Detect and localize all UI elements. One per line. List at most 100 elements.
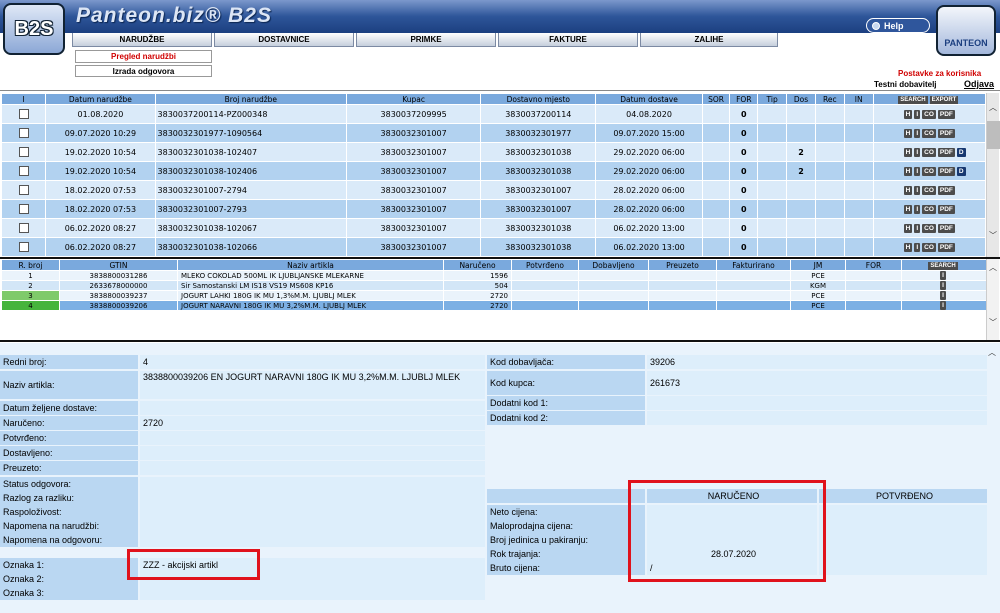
order-row[interactable]: 06.02.2020 08:27 3830032301038-102066 3830… (0, 237, 987, 257)
order-action-co-button[interactable]: CO (922, 167, 936, 176)
order-action-i-button[interactable]: I (914, 110, 921, 119)
status-odgovora-value[interactable] (140, 477, 485, 491)
maloprodajna-potvrdeno-value[interactable] (819, 519, 987, 533)
item-row[interactable]: 4 3838800039206 JOGURT NARAVNI 180G IK MU … (1, 300, 987, 311)
order-action-i-button[interactable]: I (914, 148, 921, 157)
order-action-co-button[interactable]: CO (922, 205, 936, 214)
rok-trajanja-potvrdeno-value[interactable] (819, 547, 987, 561)
search-button[interactable]: SEARCH (898, 96, 928, 104)
tab-narudzbe[interactable]: NARUDŽBE (72, 33, 212, 47)
row-checkbox[interactable] (18, 128, 29, 138)
item-info-button[interactable]: I (940, 301, 946, 310)
export-button[interactable]: EXPORT (929, 96, 959, 104)
items-scroll-up-icon[interactable]: ︿ (989, 262, 997, 273)
orders-col-header[interactable]: Tip (757, 93, 788, 105)
row-checkbox[interactable] (18, 242, 29, 252)
items-col-header[interactable]: R. broj (1, 259, 60, 271)
order-action-i-button[interactable]: I (914, 224, 921, 233)
order-action-pdf-button[interactable]: PDF (937, 224, 955, 233)
orders-col-header[interactable]: I (0, 93, 47, 105)
order-action-pdf-button[interactable]: PDF (937, 110, 955, 119)
razlog-value[interactable] (140, 491, 485, 505)
orders-col-header[interactable]: Broj narudžbe (154, 93, 348, 105)
orders-col-header[interactable]: IN (843, 93, 874, 105)
tab-zalihe[interactable]: ZALIHE (640, 33, 778, 47)
order-action-d-button[interactable]: D (956, 167, 966, 176)
order-row[interactable]: 19.02.2020 10:54 3830032301038-102407 3830… (0, 142, 987, 162)
order-action-i-button[interactable]: I (914, 186, 921, 195)
subtab-pregled-narudzbi[interactable]: Pregled narudžbi (75, 50, 212, 63)
item-info-button[interactable]: I (940, 291, 946, 300)
orders-col-header[interactable]: SOR (701, 93, 731, 105)
item-info-button[interactable]: I (940, 271, 946, 280)
tab-primke[interactable]: PRIMKE (356, 33, 496, 47)
order-action-h-button[interactable]: H (903, 110, 913, 119)
tab-dostavnice[interactable]: DOSTAVNICE (214, 33, 354, 47)
items-col-header[interactable]: FOR (845, 259, 902, 271)
orders-scroll-thumb[interactable] (987, 121, 1000, 149)
orders-col-header[interactable]: Dostavno mjesto (480, 93, 597, 105)
order-action-co-button[interactable]: CO (922, 148, 936, 157)
napomena-odgovoru-value[interactable] (140, 533, 485, 547)
items-search-button[interactable]: SEARCH (928, 262, 958, 270)
tab-fakture[interactable]: FAKTURE (498, 33, 638, 47)
detail-scroll-up-icon[interactable]: ︿ (988, 347, 996, 358)
items-col-header[interactable]: Naručeno (443, 259, 512, 271)
row-checkbox[interactable] (18, 166, 29, 176)
order-action-d-button[interactable]: D (956, 148, 966, 157)
order-action-co-button[interactable]: CO (922, 224, 936, 233)
subtab-izrada-odgovora[interactable]: Izrada odgovora (75, 65, 212, 77)
order-row[interactable]: 19.02.2020 10:54 3830032301038-102406 3830… (0, 161, 987, 181)
order-action-pdf-button[interactable]: PDF (937, 167, 955, 176)
items-col-header[interactable]: Fakturirano (716, 259, 791, 271)
detail-scrollbar[interactable]: ︿ (986, 343, 999, 613)
orders-col-header[interactable]: Dos (786, 93, 816, 105)
order-action-pdf-button[interactable]: PDF (937, 186, 955, 195)
items-col-header[interactable]: Potvrđeno (511, 259, 579, 271)
items-col-header[interactable]: Preuzeto (648, 259, 717, 271)
row-checkbox[interactable] (18, 109, 29, 119)
orders-col-header[interactable]: Rec (814, 93, 845, 105)
logout-link[interactable]: Odjava (964, 79, 994, 89)
order-action-co-button[interactable]: CO (922, 110, 936, 119)
help-button[interactable]: Help (866, 18, 930, 33)
scroll-down-icon[interactable]: ﹀ (989, 230, 997, 241)
order-action-h-button[interactable]: H (903, 148, 913, 157)
orders-col-header[interactable]: FOR (729, 93, 759, 105)
order-action-co-button[interactable]: CO (922, 186, 936, 195)
item-info-button[interactable]: I (940, 281, 946, 290)
row-checkbox[interactable] (18, 185, 29, 195)
orders-col-header[interactable]: Datum dostave (595, 93, 703, 105)
order-row[interactable]: 18.02.2020 07:53 3830032301007-2794 383003… (0, 180, 987, 200)
order-action-h-button[interactable]: H (903, 129, 913, 138)
orders-col-header[interactable]: Kupac (346, 93, 482, 105)
order-action-pdf-button[interactable]: PDF (937, 148, 955, 157)
row-checkbox[interactable] (18, 223, 29, 233)
order-row[interactable]: 09.07.2020 10:29 3830032301977-1090564 383… (0, 123, 987, 143)
order-action-i-button[interactable]: I (914, 243, 921, 252)
row-checkbox[interactable] (18, 204, 29, 214)
bruto-potvrdeno-value[interactable] (819, 561, 987, 575)
item-row[interactable]: 1 3838800031286 MLEKO COKOLAD 500ML IK LJU… (1, 270, 987, 281)
order-action-h-button[interactable]: H (903, 243, 913, 252)
order-action-co-button[interactable]: CO (922, 243, 936, 252)
item-row[interactable]: 2 2633678000000 Sir Samostanski LM IS18 VS… (1, 280, 987, 291)
order-action-h-button[interactable]: H (903, 186, 913, 195)
items-scroll-down-icon[interactable]: ﹀ (989, 317, 997, 328)
orders-col-header[interactable]: Datum narudžbe (45, 93, 156, 105)
item-row[interactable]: 3 3838800039237 JOGURT LAHKI 180G IK MU 1,… (1, 290, 987, 301)
items-col-header[interactable]: Dobavljeno (578, 259, 649, 271)
order-action-co-button[interactable]: CO (922, 129, 936, 138)
order-row[interactable]: 18.02.2020 07:53 3830032301007-2793 383003… (0, 199, 987, 219)
items-col-header[interactable]: GTIN (59, 259, 178, 271)
order-action-i-button[interactable]: I (914, 129, 921, 138)
neto-potvrdeno-value[interactable] (819, 505, 987, 519)
order-row[interactable]: 01.08.2020 3830037200114-PZ000348 38300372… (0, 104, 987, 124)
items-col-header[interactable]: Naziv artikla (177, 259, 444, 271)
scroll-up-icon[interactable]: ︿ (989, 102, 997, 113)
order-action-pdf-button[interactable]: PDF (937, 243, 955, 252)
items-scrollbar[interactable]: ︿ ﹀ (986, 259, 999, 340)
order-action-h-button[interactable]: H (903, 205, 913, 214)
order-action-pdf-button[interactable]: PDF (937, 205, 955, 214)
row-checkbox[interactable] (18, 147, 29, 157)
